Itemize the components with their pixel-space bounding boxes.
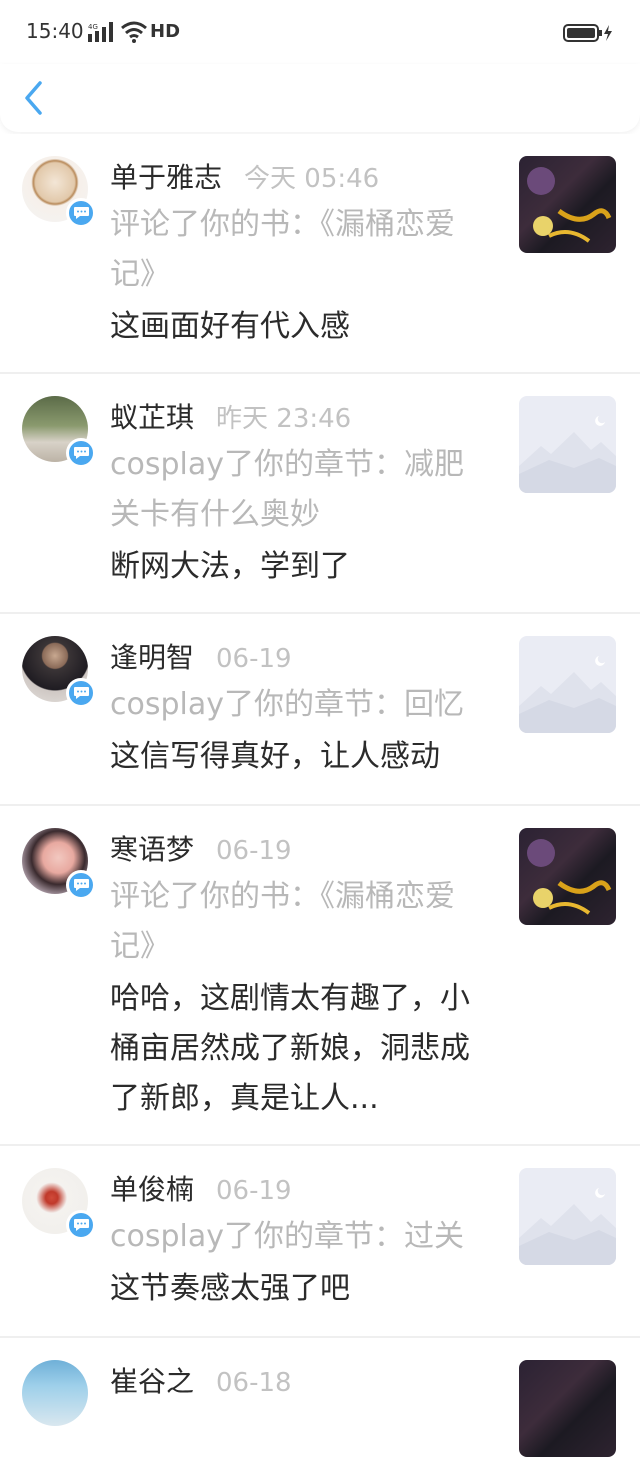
timestamp: 06-18 [216, 1368, 292, 1398]
book-cover-thumbnail[interactable] [519, 156, 616, 253]
wifi-icon [121, 21, 147, 43]
notification-list: 单于雅志 今天 05:46 评论了你的书：《漏桶恋爱记》 这画面好有代入感 蚁芷琪… [0, 134, 640, 1458]
comment-badge-icon [66, 198, 96, 228]
activity-source: cosplay了你的章节：回忆 [110, 687, 464, 722]
timestamp: 今天 05:46 [244, 164, 380, 194]
timestamp: 06-19 [216, 836, 292, 866]
avatar[interactable] [22, 1360, 88, 1426]
activity-source: 评论了你的书：《漏桶恋爱记》 [110, 879, 455, 964]
network-label: HD [150, 21, 181, 42]
book-cover-thumbnail[interactable] [519, 1360, 616, 1457]
user-name[interactable]: 单于雅志 [110, 161, 222, 194]
status-bar: 15:40 4G HD [0, 0, 640, 64]
timestamp: 昨天 23:46 [216, 404, 352, 434]
book-cover-thumbnail[interactable] [519, 828, 616, 925]
user-name[interactable]: 逢明智 [110, 641, 194, 674]
cellular-signal-icon: 4G [88, 22, 113, 42]
image-placeholder-thumbnail[interactable] [519, 636, 616, 733]
user-name[interactable]: 崔谷之 [110, 1365, 194, 1398]
timestamp: 06-19 [216, 1176, 292, 1206]
comment-text: 这画面好有代入感 [110, 309, 350, 344]
activity-source: cosplay了你的章节：减肥关卡有什么奥妙 [110, 447, 464, 532]
battery-icon [563, 24, 612, 42]
user-name[interactable]: 寒语梦 [110, 833, 194, 866]
comment-badge-icon [66, 1210, 96, 1240]
comment-text: 这信写得真好，让人感动 [110, 739, 440, 774]
image-placeholder-thumbnail[interactable] [519, 1168, 616, 1265]
list-item[interactable]: 崔谷之 06-18 [0, 1338, 640, 1458]
list-item[interactable]: 寒语梦 06-19 评论了你的书：《漏桶恋爱记》 哈哈，这剧情太有趣了，小桶亩居然… [0, 806, 640, 1146]
svg-text:4G: 4G [88, 23, 98, 31]
comment-badge-icon [66, 438, 96, 468]
activity-source: cosplay了你的章节：过关 [110, 1219, 464, 1254]
list-item[interactable]: 逢明智 06-19 cosplay了你的章节：回忆 这信写得真好，让人感动 [0, 614, 640, 806]
comment-text: 这节奏感太强了吧 [110, 1271, 350, 1306]
timestamp: 06-19 [216, 644, 292, 674]
comment-badge-icon [66, 870, 96, 900]
list-item[interactable]: 单俊楠 06-19 cosplay了你的章节：过关 这节奏感太强了吧 [0, 1146, 640, 1338]
list-item[interactable]: 单于雅志 今天 05:46 评论了你的书：《漏桶恋爱记》 这画面好有代入感 [0, 134, 640, 374]
user-name[interactable]: 单俊楠 [110, 1173, 194, 1206]
list-item[interactable]: 蚁芷琪 昨天 23:46 cosplay了你的章节：减肥关卡有什么奥妙 断网大法，… [0, 374, 640, 614]
activity-source: 评论了你的书：《漏桶恋爱记》 [110, 207, 455, 292]
user-name[interactable]: 蚁芷琪 [110, 401, 194, 434]
comment-text: 哈哈，这剧情太有趣了，小桶亩居然成了新娘，洞悲成了新郎，真是让人... [110, 981, 470, 1116]
comment-badge-icon [66, 678, 96, 708]
back-icon[interactable] [18, 78, 52, 118]
image-placeholder-thumbnail[interactable] [519, 396, 616, 493]
comment-text: 断网大法，学到了 [110, 549, 350, 584]
nav-bar [0, 64, 640, 132]
status-time: 15:40 [26, 19, 84, 43]
